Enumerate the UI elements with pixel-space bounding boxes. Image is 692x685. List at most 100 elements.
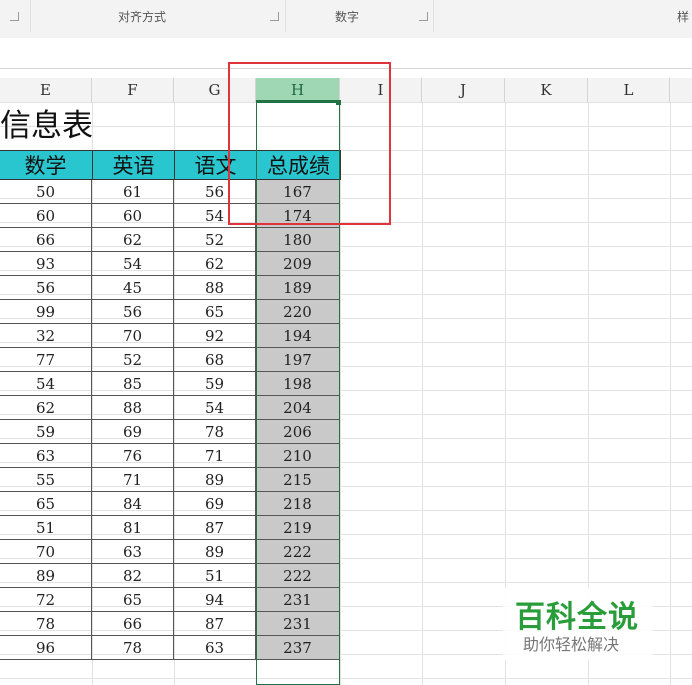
alignment-launcher-icon[interactable] bbox=[270, 12, 279, 21]
total-score-cell[interactable]: 180 bbox=[256, 228, 340, 252]
score-cell[interactable]: 81 bbox=[92, 516, 174, 540]
score-cell[interactable]: 71 bbox=[174, 444, 256, 468]
column-header-f[interactable]: F bbox=[92, 78, 174, 102]
score-cell[interactable]: 60 bbox=[0, 204, 92, 228]
column-header-g[interactable]: G bbox=[174, 78, 256, 102]
score-cell[interactable]: 65 bbox=[92, 588, 174, 612]
score-cell[interactable]: 32 bbox=[0, 324, 92, 348]
total-score-cell[interactable]: 218 bbox=[256, 492, 340, 516]
score-cell[interactable]: 50 bbox=[0, 180, 92, 204]
score-cell[interactable]: 54 bbox=[92, 252, 174, 276]
total-score-cell[interactable]: 231 bbox=[256, 612, 340, 636]
score-cell[interactable]: 88 bbox=[174, 276, 256, 300]
score-cell[interactable]: 68 bbox=[174, 348, 256, 372]
column-header-j[interactable]: J bbox=[422, 78, 505, 102]
score-cell[interactable]: 78 bbox=[0, 612, 92, 636]
column-header-i[interactable]: I bbox=[340, 78, 422, 102]
total-score-cell[interactable]: 219 bbox=[256, 516, 340, 540]
score-cell[interactable]: 52 bbox=[92, 348, 174, 372]
score-cell[interactable]: 89 bbox=[174, 468, 256, 492]
total-score-cell[interactable]: 209 bbox=[256, 252, 340, 276]
score-cell[interactable]: 52 bbox=[174, 228, 256, 252]
score-cell[interactable]: 89 bbox=[0, 564, 92, 588]
score-cell[interactable]: 78 bbox=[92, 636, 174, 660]
score-cell[interactable]: 70 bbox=[92, 324, 174, 348]
score-cell[interactable]: 60 bbox=[92, 204, 174, 228]
score-cell[interactable]: 69 bbox=[174, 492, 256, 516]
score-cell[interactable]: 71 bbox=[92, 468, 174, 492]
score-cell[interactable]: 62 bbox=[0, 396, 92, 420]
score-cell[interactable]: 93 bbox=[0, 252, 92, 276]
score-cell[interactable]: 78 bbox=[174, 420, 256, 444]
score-cell[interactable]: 85 bbox=[92, 372, 174, 396]
score-cell[interactable]: 54 bbox=[0, 372, 92, 396]
header-english[interactable]: 英语 bbox=[92, 150, 175, 180]
score-cell[interactable]: 88 bbox=[92, 396, 174, 420]
formula-bar[interactable] bbox=[0, 38, 692, 69]
score-cell[interactable]: 96 bbox=[0, 636, 92, 660]
total-score-cell[interactable]: 194 bbox=[256, 324, 340, 348]
score-cell[interactable]: 94 bbox=[174, 588, 256, 612]
total-score-cell[interactable]: 210 bbox=[256, 444, 340, 468]
score-cell[interactable]: 59 bbox=[0, 420, 92, 444]
score-cell[interactable]: 84 bbox=[92, 492, 174, 516]
total-score-cell[interactable]: 197 bbox=[256, 348, 340, 372]
fill-handle[interactable] bbox=[336, 100, 341, 105]
score-cell[interactable]: 56 bbox=[174, 180, 256, 204]
score-cell[interactable]: 51 bbox=[0, 516, 92, 540]
score-cell[interactable]: 45 bbox=[92, 276, 174, 300]
score-cell[interactable]: 62 bbox=[92, 228, 174, 252]
number-launcher-icon[interactable] bbox=[419, 12, 428, 21]
score-cell[interactable]: 51 bbox=[174, 564, 256, 588]
total-score-cell[interactable]: 189 bbox=[256, 276, 340, 300]
total-score-cell[interactable]: 204 bbox=[256, 396, 340, 420]
score-cell[interactable]: 59 bbox=[174, 372, 256, 396]
header-total[interactable]: 总成绩 bbox=[256, 150, 341, 180]
total-score-cell[interactable]: 222 bbox=[256, 564, 340, 588]
score-cell[interactable]: 61 bbox=[92, 180, 174, 204]
score-cell[interactable]: 55 bbox=[0, 468, 92, 492]
score-cell[interactable]: 70 bbox=[0, 540, 92, 564]
score-cell[interactable]: 66 bbox=[92, 612, 174, 636]
score-cell[interactable]: 54 bbox=[174, 204, 256, 228]
score-cell[interactable]: 72 bbox=[0, 588, 92, 612]
total-score-cell[interactable]: 220 bbox=[256, 300, 340, 324]
score-cell[interactable]: 76 bbox=[92, 444, 174, 468]
column-header-h[interactable]: H bbox=[256, 78, 340, 102]
score-cell[interactable]: 63 bbox=[92, 540, 174, 564]
grid-line bbox=[422, 102, 423, 685]
score-cell[interactable]: 63 bbox=[0, 444, 92, 468]
column-header-e[interactable]: E bbox=[0, 78, 92, 102]
score-cell[interactable]: 92 bbox=[174, 324, 256, 348]
column-header-l[interactable]: L bbox=[588, 78, 670, 102]
total-score-cell[interactable]: 174 bbox=[256, 204, 340, 228]
total-score-cell[interactable]: 215 bbox=[256, 468, 340, 492]
grid-line bbox=[0, 678, 692, 679]
header-chinese[interactable]: 语文 bbox=[174, 150, 257, 180]
score-cell[interactable]: 56 bbox=[0, 276, 92, 300]
score-cell[interactable]: 63 bbox=[174, 636, 256, 660]
total-score-cell[interactable]: 222 bbox=[256, 540, 340, 564]
dialog-launcher-icon[interactable] bbox=[10, 12, 19, 21]
score-cell[interactable]: 56 bbox=[92, 300, 174, 324]
column-header-k[interactable]: K bbox=[505, 78, 588, 102]
score-cell[interactable]: 99 bbox=[0, 300, 92, 324]
score-cell[interactable]: 66 bbox=[0, 228, 92, 252]
sheet-title[interactable]: 信息表 bbox=[0, 106, 93, 146]
score-cell[interactable]: 89 bbox=[174, 540, 256, 564]
total-score-cell[interactable]: 231 bbox=[256, 588, 340, 612]
score-cell[interactable]: 77 bbox=[0, 348, 92, 372]
total-score-cell[interactable]: 198 bbox=[256, 372, 340, 396]
score-cell[interactable]: 54 bbox=[174, 396, 256, 420]
score-cell[interactable]: 69 bbox=[92, 420, 174, 444]
header-math[interactable]: 数学 bbox=[0, 150, 93, 180]
score-cell[interactable]: 62 bbox=[174, 252, 256, 276]
total-score-cell[interactable]: 237 bbox=[256, 636, 340, 660]
score-cell[interactable]: 87 bbox=[174, 612, 256, 636]
total-score-cell[interactable]: 206 bbox=[256, 420, 340, 444]
score-cell[interactable]: 82 bbox=[92, 564, 174, 588]
score-cell[interactable]: 65 bbox=[174, 300, 256, 324]
score-cell[interactable]: 87 bbox=[174, 516, 256, 540]
total-score-cell[interactable]: 167 bbox=[256, 180, 340, 204]
score-cell[interactable]: 65 bbox=[0, 492, 92, 516]
